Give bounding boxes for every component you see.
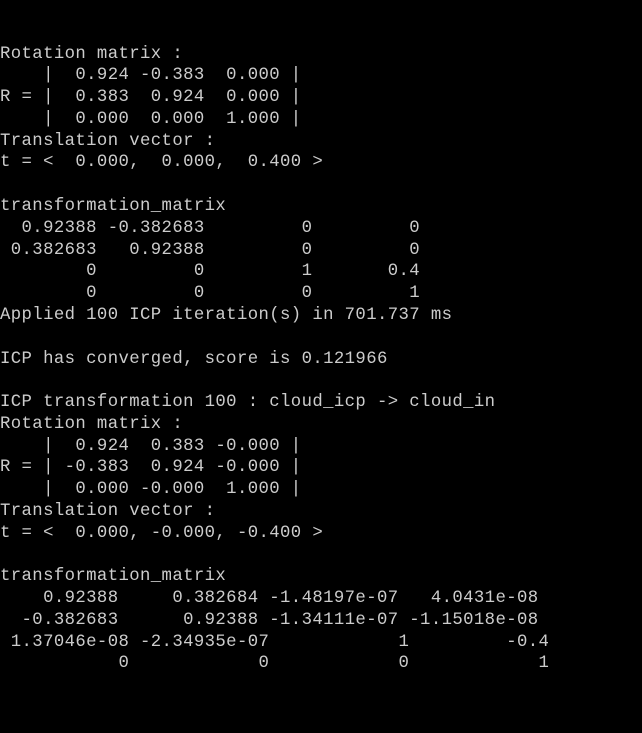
- line: transformation_matrix: [0, 197, 226, 216]
- line: Rotation matrix :: [0, 415, 183, 434]
- line: | 0.000 -0.000 1.000 |: [0, 480, 302, 499]
- line: | 0.924 -0.383 0.000 |: [0, 66, 302, 85]
- line: 0.92388 -0.382683 0 0: [0, 219, 420, 238]
- line: transformation_matrix: [0, 567, 226, 586]
- terminal-output: Rotation matrix : | 0.924 -0.383 0.000 |…: [0, 44, 642, 733]
- line: 0 0 1 0.4: [0, 262, 420, 281]
- line: t = < 0.000, -0.000, -0.400 >: [0, 524, 323, 543]
- line: Translation vector :: [0, 132, 215, 151]
- line: R = | 0.383 0.924 0.000 |: [0, 88, 302, 107]
- line: 0 0 0 1: [0, 284, 420, 303]
- line: t = < 0.000, 0.000, 0.400 >: [0, 153, 323, 172]
- line: | 0.000 0.000 1.000 |: [0, 110, 302, 129]
- line: | 0.924 0.383 -0.000 |: [0, 437, 302, 456]
- line: 0.382683 0.92388 0 0: [0, 241, 420, 260]
- line: 1.37046e-08 -2.34935e-07 1 -0.4: [0, 633, 549, 652]
- line: -0.382683 0.92388 -1.34111e-07 -1.15018e…: [0, 611, 539, 630]
- line: Translation vector :: [0, 502, 215, 521]
- line: 0 0 0 1: [0, 654, 549, 673]
- line: ICP transformation 100 : cloud_icp -> cl…: [0, 393, 495, 412]
- line: ICP has converged, score is 0.121966: [0, 350, 388, 369]
- line: R = | -0.383 0.924 -0.000 |: [0, 458, 302, 477]
- line: Rotation matrix :: [0, 45, 183, 64]
- line: 0.92388 0.382684 -1.48197e-07 4.0431e-08: [0, 589, 539, 608]
- line: Applied 100 ICP iteration(s) in 701.737 …: [0, 306, 452, 325]
